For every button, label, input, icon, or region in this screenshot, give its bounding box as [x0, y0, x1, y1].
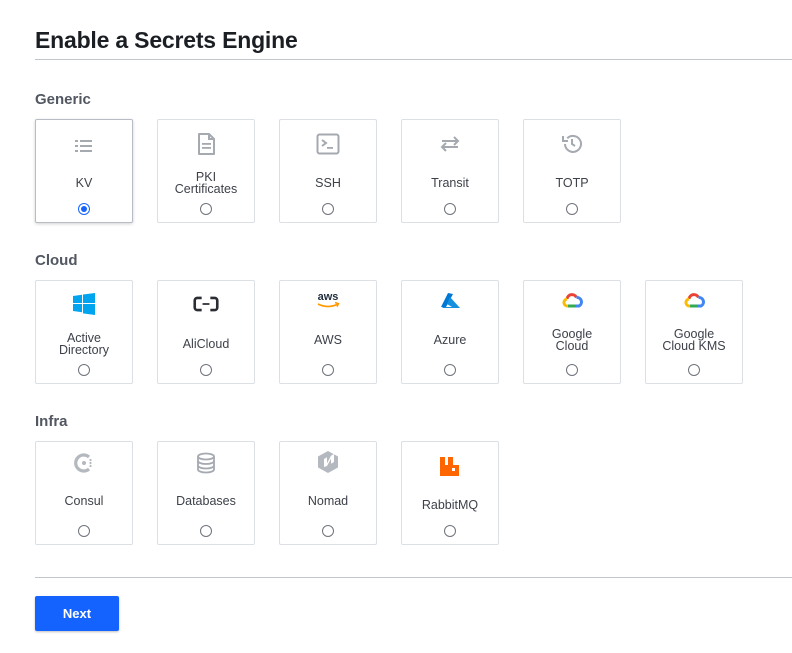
- engine-card-rabbitmq[interactable]: RabbitMQ: [401, 441, 499, 545]
- engine-radio-pki[interactable]: [200, 203, 212, 215]
- footer-divider: [35, 577, 792, 578]
- engine-card-aws[interactable]: aws AWS: [279, 280, 377, 384]
- engine-radio-google-cloud[interactable]: [566, 364, 578, 376]
- database-icon: [193, 450, 219, 476]
- engine-radio-azure[interactable]: [444, 364, 456, 376]
- engine-label: Azure: [433, 333, 467, 347]
- title-divider: [35, 59, 792, 60]
- engine-card-ssh[interactable]: SSH: [279, 119, 377, 223]
- document-icon: [193, 131, 219, 157]
- engine-card-active-directory[interactable]: Active Directory: [35, 280, 133, 384]
- engine-radio-transit[interactable]: [444, 203, 456, 215]
- svg-text:aws: aws: [318, 291, 339, 303]
- engine-card-totp[interactable]: TOTP: [523, 119, 621, 223]
- engine-card-nomad[interactable]: Nomad: [279, 441, 377, 545]
- engine-card-google-cloud[interactable]: Google Cloud: [523, 280, 621, 384]
- engine-radio-aws[interactable]: [322, 364, 334, 376]
- engine-card-alicloud[interactable]: AliCloud: [157, 280, 255, 384]
- section-label-cloud: Cloud: [35, 252, 78, 269]
- engine-radio-consul[interactable]: [78, 525, 90, 537]
- page-title: Enable a Secrets Engine: [35, 27, 298, 53]
- engine-radio-kv[interactable]: [78, 203, 90, 215]
- engine-label: Nomad: [307, 494, 349, 508]
- rabbitmq-logo-icon: [437, 453, 463, 479]
- engine-radio-alicloud[interactable]: [200, 364, 212, 376]
- google-cloud-logo-icon: [559, 288, 585, 314]
- engine-radio-databases[interactable]: [200, 525, 212, 537]
- engine-label: AWS: [313, 333, 342, 347]
- engine-card-azure[interactable]: Azure: [401, 280, 499, 384]
- windows-logo-icon: [71, 291, 97, 317]
- history-clock-icon: [559, 131, 585, 157]
- consul-logo-icon: [71, 450, 97, 476]
- swap-arrows-icon: [437, 131, 463, 157]
- section-label-infra: Infra: [35, 413, 68, 430]
- engine-radio-active-directory[interactable]: [78, 364, 90, 376]
- section-label-generic: Generic: [35, 91, 91, 108]
- engine-card-databases[interactable]: Databases: [157, 441, 255, 545]
- engine-radio-google-cloud-kms[interactable]: [688, 364, 700, 376]
- azure-logo-icon: [437, 288, 463, 314]
- engine-label: Active Directory: [58, 331, 109, 357]
- terminal-icon: [315, 131, 341, 157]
- engine-label: SSH: [315, 176, 341, 190]
- engine-label: Databases: [176, 494, 236, 508]
- engine-radio-ssh[interactable]: [322, 203, 334, 215]
- engine-card-consul[interactable]: Consul: [35, 441, 133, 545]
- engine-label: Google Cloud: [551, 327, 593, 353]
- engine-radio-rabbitmq[interactable]: [444, 525, 456, 537]
- alicloud-logo-icon: [193, 291, 219, 317]
- engine-card-pki[interactable]: PKI Certificates: [157, 119, 255, 223]
- google-cloud-logo-icon: [681, 288, 707, 314]
- engine-label: Transit: [431, 176, 469, 190]
- next-button[interactable]: Next: [35, 596, 119, 631]
- engine-card-google-cloud-kms[interactable]: Google Cloud KMS: [645, 280, 743, 384]
- engine-card-kv[interactable]: KV: [35, 119, 133, 223]
- engine-label: Google Cloud KMS: [662, 327, 726, 353]
- list-icon: [71, 133, 97, 159]
- engine-label: Consul: [64, 494, 104, 508]
- engine-label: KV: [75, 176, 93, 190]
- engine-label: TOTP: [555, 176, 589, 190]
- nomad-logo-icon: [315, 449, 341, 475]
- engine-label: PKI Certificates: [174, 170, 238, 196]
- engine-label: RabbitMQ: [421, 498, 479, 512]
- engine-card-transit[interactable]: Transit: [401, 119, 499, 223]
- engine-radio-nomad[interactable]: [322, 525, 334, 537]
- aws-logo-icon: aws: [312, 287, 344, 313]
- engine-label: AliCloud: [182, 337, 230, 351]
- engine-radio-totp[interactable]: [566, 203, 578, 215]
